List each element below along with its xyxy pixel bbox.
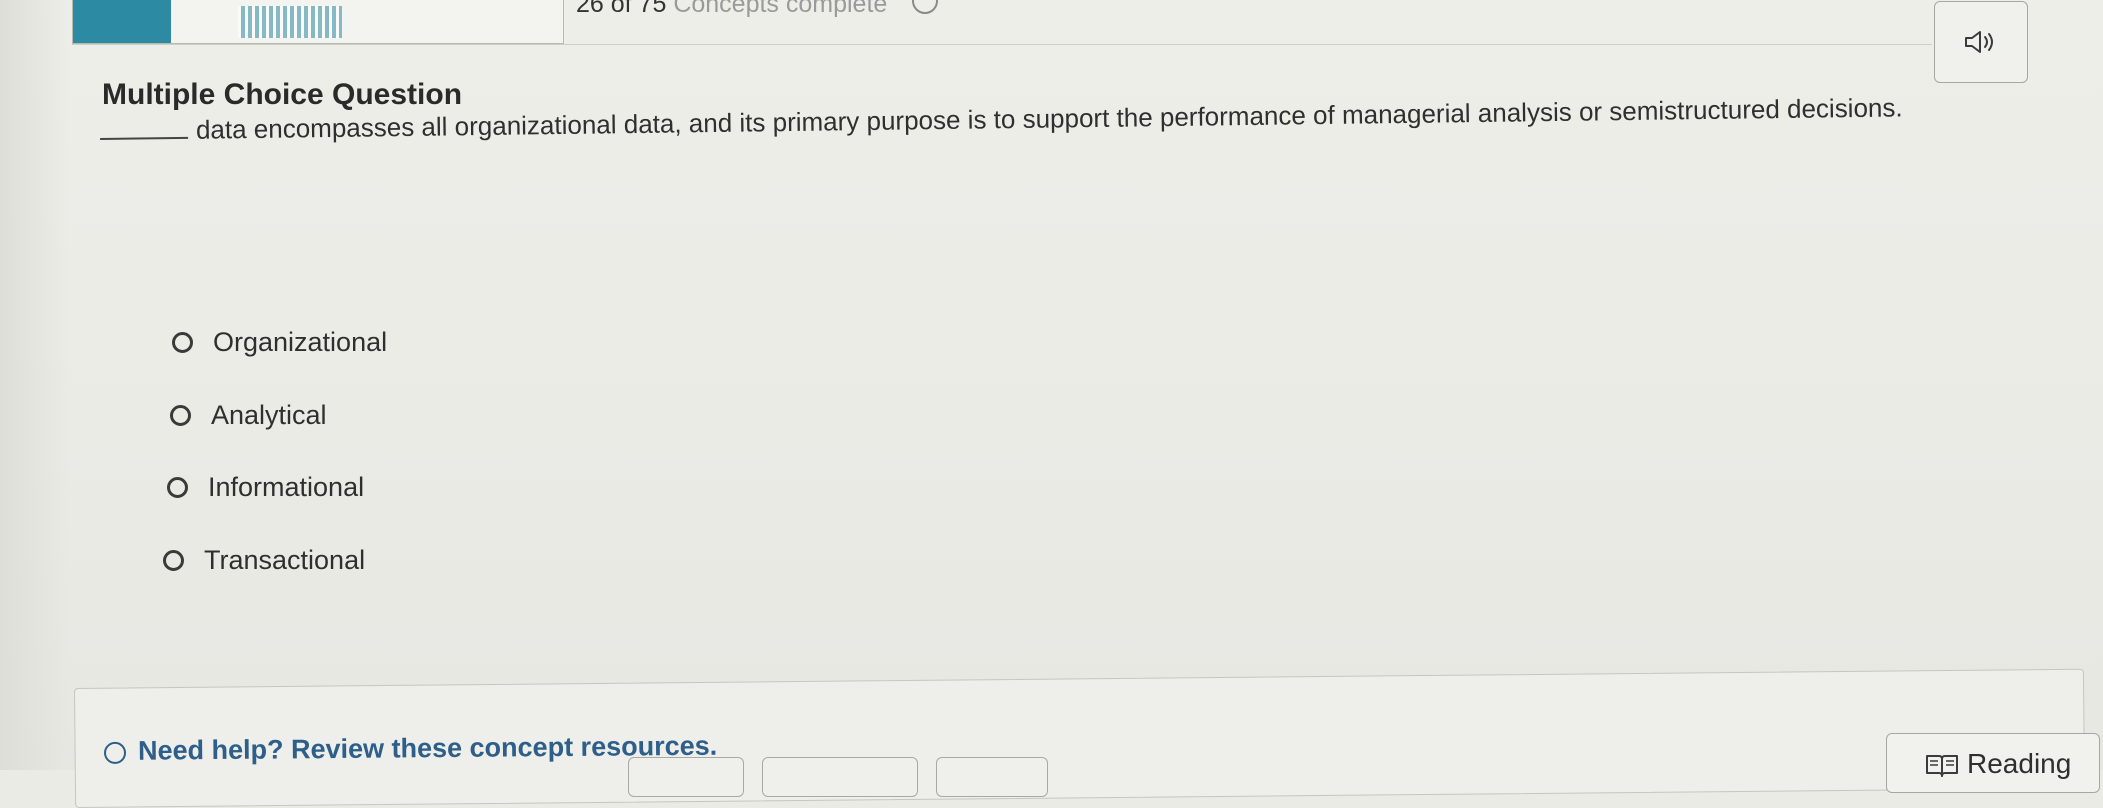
answer-option-informational[interactable]: Informational	[167, 472, 364, 503]
fill-in-blank	[99, 122, 189, 140]
progress-status: 26 of 75 Concepts complete	[576, 0, 887, 19]
option-label: Transactional	[204, 545, 366, 575]
help-toggle[interactable]: Need help? Review these concept resource…	[103, 731, 717, 767]
question-title: Multiple Choice Question	[102, 78, 463, 111]
radio-button[interactable]	[170, 405, 191, 426]
progress-segment-marker	[238, 6, 342, 38]
progress-bar	[72, 0, 564, 44]
radio-button[interactable]	[167, 477, 188, 498]
resource-button[interactable]	[936, 757, 1048, 797]
reading-label: Reading	[1967, 748, 2072, 779]
progress-info-icon[interactable]	[912, 0, 938, 14]
progress-count: 26 of 75	[576, 0, 667, 18]
read-aloud-button[interactable]	[1934, 1, 2028, 83]
option-label: Organizational	[213, 327, 388, 357]
book-icon	[1926, 755, 1958, 777]
header-divider	[72, 44, 1932, 45]
progress-bar-fill	[73, 0, 171, 43]
answer-option-analytical[interactable]: Analytical	[170, 400, 327, 431]
answer-option-transactional[interactable]: Transactional	[163, 545, 365, 576]
answer-option-organizational[interactable]: Organizational	[172, 327, 387, 358]
resource-button[interactable]	[762, 757, 918, 797]
chevron-circle-icon	[103, 741, 127, 764]
resource-button[interactable]	[628, 757, 744, 797]
option-label: Informational	[208, 472, 365, 502]
progress-label: Concepts complete	[673, 0, 888, 18]
radio-button[interactable]	[172, 332, 193, 353]
page: 26 of 75 Concepts complete Multiple Choi…	[0, 0, 2103, 808]
radio-button[interactable]	[163, 550, 184, 571]
edge-shadow	[0, 0, 70, 770]
option-label: Analytical	[211, 400, 327, 430]
speaker-icon	[1965, 31, 1993, 53]
reading-button[interactable]: Reading	[1886, 733, 2100, 793]
